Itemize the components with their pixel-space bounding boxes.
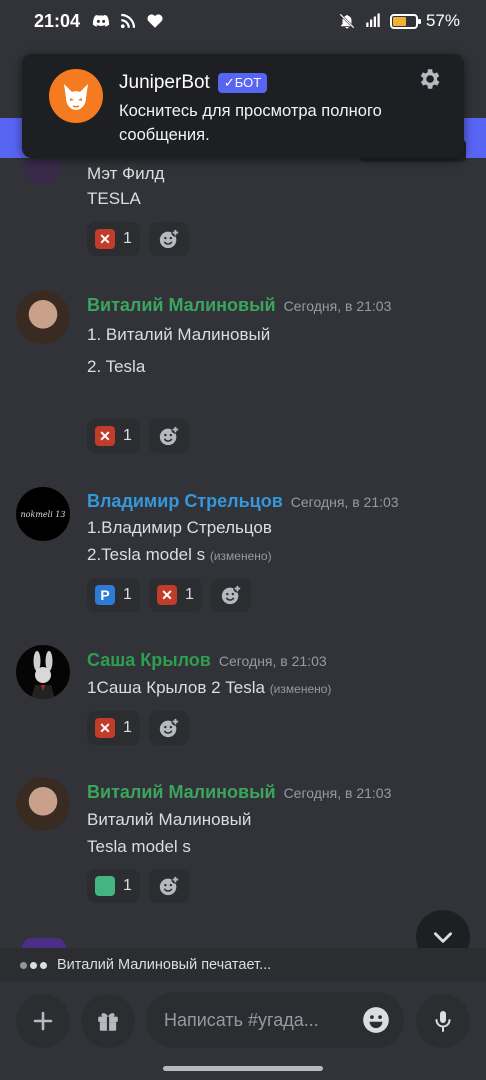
message-input[interactable] — [164, 1009, 344, 1031]
message-line: 1Саша Крылов 2 Tesla — [87, 678, 265, 697]
message-header: Виталий Малиновый Сегодня, в 21:03 — [87, 295, 391, 316]
message-line: Виталий Малиновый — [87, 810, 252, 829]
rss-icon — [120, 13, 136, 29]
message-line: 2. Tesla — [87, 357, 146, 376]
message-line: 1. Виталий Малиновый — [87, 325, 271, 344]
add-emoji-icon — [221, 584, 242, 605]
add-emoji-icon — [159, 228, 180, 249]
reaction-count: 1 — [123, 230, 132, 247]
avatar-text: nokmeli 13 — [20, 509, 66, 519]
message-line: 1.Владимир Стрельцов — [87, 518, 272, 537]
status-right: 57% — [338, 11, 460, 31]
message-line-edited: 1Саша Крылов 2 Tesla (изменено) — [87, 678, 331, 698]
battery-fill — [392, 16, 406, 26]
signal-icon — [366, 13, 380, 27]
add-emoji-icon — [159, 717, 180, 738]
voice-message-button[interactable] — [416, 994, 470, 1048]
notification-title: JuniperBot ✓БОТ — [119, 72, 268, 94]
composer-bar — [0, 982, 486, 1080]
reaction-count: 1 — [185, 586, 194, 603]
message-header: Владимир Стрельцов Сегодня, в 21:03 — [87, 491, 399, 512]
reaction-green-square[interactable]: 1 — [87, 869, 140, 903]
avatar[interactable] — [16, 290, 70, 344]
discord-icon — [92, 15, 110, 27]
parking-icon: P — [95, 585, 115, 605]
plus-icon — [33, 1011, 53, 1031]
message-line: Tesla model s — [87, 837, 191, 856]
microphone-icon — [435, 1011, 451, 1032]
add-reaction-button[interactable] — [149, 222, 189, 256]
add-emoji-icon — [159, 425, 180, 446]
timestamp: Сегодня, в 21:03 — [290, 494, 399, 510]
edited-label: (изменено) — [269, 682, 332, 696]
green-square-icon — [95, 876, 115, 896]
message-line: 2.Tesla model s — [87, 545, 206, 564]
avatar-partial — [22, 160, 62, 184]
author-name[interactable]: Владимир Стрельцов — [87, 491, 283, 511]
chevron-down-icon — [434, 932, 452, 943]
message-header: Виталий Малиновый Сегодня, в 21:03 — [87, 782, 391, 803]
push-notification[interactable]: JuniperBot ✓БОТ Коснитесь для просмотра … — [22, 54, 464, 158]
message-line-edited: 2.Tesla model s (изменено) — [87, 545, 272, 565]
typing-dots-icon — [20, 961, 47, 969]
author-name[interactable]: Виталий Малиновый — [87, 782, 276, 802]
reaction-dota[interactable]: ✕ 1 — [149, 578, 202, 612]
add-reaction-button[interactable] — [149, 869, 189, 903]
reaction-count: 1 — [123, 719, 132, 736]
message-header: Саша Крылов Сегодня, в 21:03 — [87, 650, 327, 671]
reaction-count: 1 — [123, 427, 132, 444]
dota-icon: ✕ — [157, 585, 177, 605]
message-line: TESLA — [87, 189, 141, 208]
home-indicator — [163, 1066, 323, 1071]
fox-logo-icon — [64, 84, 88, 110]
status-bar: 21:04 57% — [0, 0, 486, 44]
avatar-partial — [22, 938, 66, 948]
typing-text: Виталий Малиновый печатает... — [57, 957, 272, 973]
bunny-icon — [31, 651, 55, 699]
add-reaction-button[interactable] — [149, 711, 189, 745]
author-name[interactable]: Виталий Малиновый — [87, 295, 276, 315]
reaction-dota[interactable]: ✕ 1 — [87, 419, 140, 453]
juniperbot-avatar — [49, 69, 103, 123]
add-emoji-icon — [159, 875, 180, 896]
status-time: 21:04 — [34, 11, 81, 31]
reaction-parking[interactable]: P 1 — [87, 578, 140, 612]
add-reaction-button[interactable] — [211, 578, 251, 612]
emoji-icon[interactable] — [362, 1006, 390, 1034]
message-input-container[interactable] — [146, 992, 404, 1048]
avatar[interactable] — [16, 777, 70, 831]
dota-icon: ✕ — [95, 718, 115, 738]
mute-bell-icon — [339, 13, 355, 29]
dota-icon: ✕ — [95, 229, 115, 249]
timestamp: Сегодня, в 21:03 — [283, 785, 392, 801]
add-attachment-button[interactable] — [16, 994, 70, 1048]
heart-icon — [147, 14, 163, 28]
battery-percent: 57% — [425, 11, 460, 30]
avatar[interactable] — [16, 645, 70, 699]
gear-icon[interactable] — [416, 66, 442, 92]
avatar[interactable]: nokmeli 13 — [16, 487, 70, 541]
battery-icon — [389, 13, 421, 29]
gift-button[interactable] — [81, 994, 135, 1048]
notification-body: Коснитесь для просмотра полного сообщени… — [119, 102, 382, 144]
timestamp: Сегодня, в 21:03 — [218, 653, 327, 669]
timestamp: Сегодня, в 21:03 — [283, 298, 392, 314]
add-reaction-button[interactable] — [149, 419, 189, 453]
message-line: Мэт Филд — [87, 164, 165, 183]
dota-icon: ✕ — [95, 426, 115, 446]
bot-badge: ✓БОТ — [217, 73, 268, 93]
notification-app-name: JuniperBot — [119, 72, 210, 93]
reaction-dota[interactable]: ✕ 1 — [87, 711, 140, 745]
typing-indicator: Виталий Малиновый печатает... — [0, 948, 486, 982]
edited-label: (изменено) — [209, 549, 272, 563]
reaction-count: 1 — [123, 586, 132, 603]
reaction-count: 1 — [123, 877, 132, 894]
status-icons — [92, 12, 164, 30]
gift-icon — [98, 1013, 118, 1031]
author-name[interactable]: Саша Крылов — [87, 650, 211, 670]
reaction-dota[interactable]: ✕ 1 — [87, 222, 140, 256]
